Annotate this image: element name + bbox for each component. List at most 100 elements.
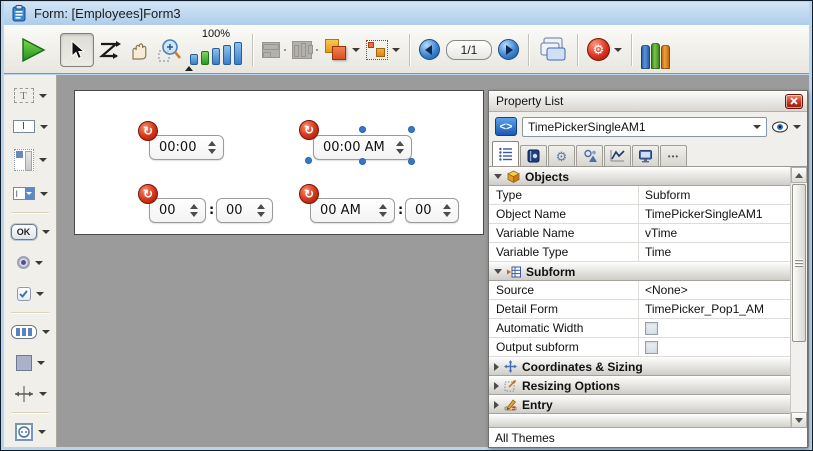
- property-row-type: Type Subform: [489, 186, 807, 205]
- radio-button-tool[interactable]: [4, 247, 56, 278]
- form-canvas[interactable]: ↻ 00:00 ↻ 00:00 AM ↻ 00: [74, 90, 484, 235]
- form-pages-button[interactable]: [535, 31, 571, 69]
- dropdown-arrow-icon: [753, 125, 761, 129]
- align-button[interactable]: [259, 31, 289, 69]
- property-row-source: Source <None>: [489, 281, 807, 300]
- button-grid-tool[interactable]: [4, 316, 56, 347]
- rectangle-tool[interactable]: [4, 347, 56, 378]
- group-button[interactable]: [363, 31, 403, 69]
- zoom-bar-800[interactable]: [234, 42, 242, 65]
- timepicker-hours-widget[interactable]: 00: [149, 198, 206, 223]
- timepicker-hours-am-widget[interactable]: 00 AM: [310, 198, 395, 223]
- timepicker-minutes-widget[interactable]: 00: [216, 198, 273, 223]
- property-value[interactable]: <None>: [639, 281, 790, 299]
- selection-handle[interactable]: [359, 126, 366, 133]
- hand-icon: [127, 38, 151, 62]
- form-settings-button[interactable]: ⚙: [584, 31, 625, 69]
- dropdown-arrow-icon: [352, 48, 360, 52]
- pan-tool-button[interactable]: [124, 31, 154, 69]
- checkbox-tool[interactable]: [4, 278, 56, 309]
- play-icon: [19, 36, 47, 64]
- main-toolbar: 100%: [4, 25, 809, 74]
- list-box-tool[interactable]: [4, 142, 56, 178]
- zoom-bar-100[interactable]: [201, 51, 209, 65]
- theme-filter-bar[interactable]: All Themes: [489, 427, 807, 447]
- scroll-down-button[interactable]: [791, 412, 807, 428]
- output-subform-checkbox[interactable]: [645, 341, 658, 354]
- property-scrollbar[interactable]: [790, 167, 807, 428]
- dropdown-arrow-icon: [793, 125, 801, 129]
- previous-icon: [425, 45, 432, 55]
- property-value[interactable]: vTime: [639, 224, 790, 242]
- tab-display[interactable]: [632, 145, 659, 166]
- zoom-tool-button[interactable]: [154, 31, 186, 69]
- selection-handle[interactable]: [305, 157, 312, 164]
- selected-object-name: TimePickerSingleAM1: [528, 120, 753, 134]
- chart-line-icon: [610, 149, 625, 163]
- tab-appearance[interactable]: [576, 145, 603, 166]
- property-label: Variable Name: [489, 224, 639, 242]
- selection-handle[interactable]: [408, 158, 415, 165]
- plugin-area-tool[interactable]: [4, 416, 56, 447]
- tab-more[interactable]: •••: [660, 145, 687, 166]
- input-field-tool[interactable]: I: [4, 111, 56, 142]
- combo-tool-icon: I: [16, 189, 19, 199]
- distribute-button[interactable]: [289, 31, 321, 69]
- subform-section-icon: [507, 266, 521, 278]
- property-value[interactable]: Time: [639, 243, 790, 261]
- zoom-level-label: 100%: [202, 29, 230, 40]
- check-icon: [19, 290, 28, 298]
- section-resizing-options[interactable]: Resizing Options: [489, 376, 807, 395]
- zoom-level-control[interactable]: 100%: [190, 29, 242, 70]
- page-indicator[interactable]: 1/1: [443, 31, 495, 69]
- next-page-button[interactable]: [495, 31, 522, 69]
- timepicker-single-am-widget[interactable]: 00:00 AM: [313, 135, 412, 160]
- layer-order-button[interactable]: [321, 31, 363, 69]
- section-coordinates-sizing[interactable]: Coordinates & Sizing: [489, 357, 807, 376]
- object-cycle-button[interactable]: <>: [495, 117, 517, 136]
- section-entry[interactable]: # Entry: [489, 395, 807, 414]
- previous-page-button[interactable]: [416, 31, 443, 69]
- splitter-tool[interactable]: [4, 378, 56, 409]
- magnifier-icon: [157, 37, 183, 63]
- button-tool[interactable]: OK: [4, 216, 56, 247]
- library-button[interactable]: [638, 31, 673, 69]
- property-value[interactable]: Subform: [639, 186, 790, 204]
- property-list-titlebar[interactable]: Property List: [489, 91, 807, 112]
- selection-handle[interactable]: [408, 126, 415, 133]
- zoom-bar-400[interactable]: [223, 45, 231, 65]
- entry-icon: #: [504, 398, 517, 411]
- static-text-tool[interactable]: T: [4, 80, 56, 111]
- view-options-button[interactable]: [772, 121, 801, 133]
- tab-events[interactable]: [604, 145, 631, 166]
- property-value[interactable]: TimePicker_Pop1_AM: [639, 300, 790, 318]
- property-list-panel: Property List <> TimePickerSingleAM1: [488, 90, 808, 448]
- object-selector-dropdown[interactable]: TimePickerSingleAM1: [522, 117, 767, 137]
- window-titlebar[interactable]: Form: [Employees]Form3: [4, 2, 809, 25]
- section-label: Objects: [525, 170, 569, 184]
- entry-order-tool-button[interactable]: [94, 31, 124, 69]
- combo-box-tool[interactable]: I: [4, 178, 56, 209]
- tab-properties[interactable]: [492, 141, 519, 166]
- select-tool-button[interactable]: [60, 33, 94, 67]
- zoom-bar-200[interactable]: [212, 48, 220, 65]
- property-value[interactable]: TimePickerSingleAM1: [639, 205, 790, 223]
- scroll-up-button[interactable]: [791, 167, 807, 183]
- bar-icon: [22, 328, 26, 336]
- book-icon: [661, 45, 670, 69]
- section-partial: [489, 414, 807, 428]
- tab-data[interactable]: [520, 145, 547, 166]
- selection-handle[interactable]: [359, 158, 366, 165]
- zoom-bar-50[interactable]: [190, 54, 198, 65]
- close-button[interactable]: [785, 94, 803, 109]
- automatic-width-checkbox[interactable]: [645, 322, 658, 335]
- zoom-bars[interactable]: [190, 41, 242, 65]
- section-label: Entry: [522, 398, 553, 412]
- tab-action[interactable]: ⚙: [548, 145, 575, 166]
- timepicker-single-widget[interactable]: 00:00: [149, 135, 224, 160]
- timepicker-minutes-am-widget[interactable]: 00: [405, 198, 459, 223]
- section-subform[interactable]: Subform: [489, 262, 807, 281]
- run-form-button[interactable]: [16, 31, 50, 69]
- scrollbar-thumb[interactable]: [792, 184, 806, 342]
- section-objects[interactable]: Objects: [489, 167, 807, 186]
